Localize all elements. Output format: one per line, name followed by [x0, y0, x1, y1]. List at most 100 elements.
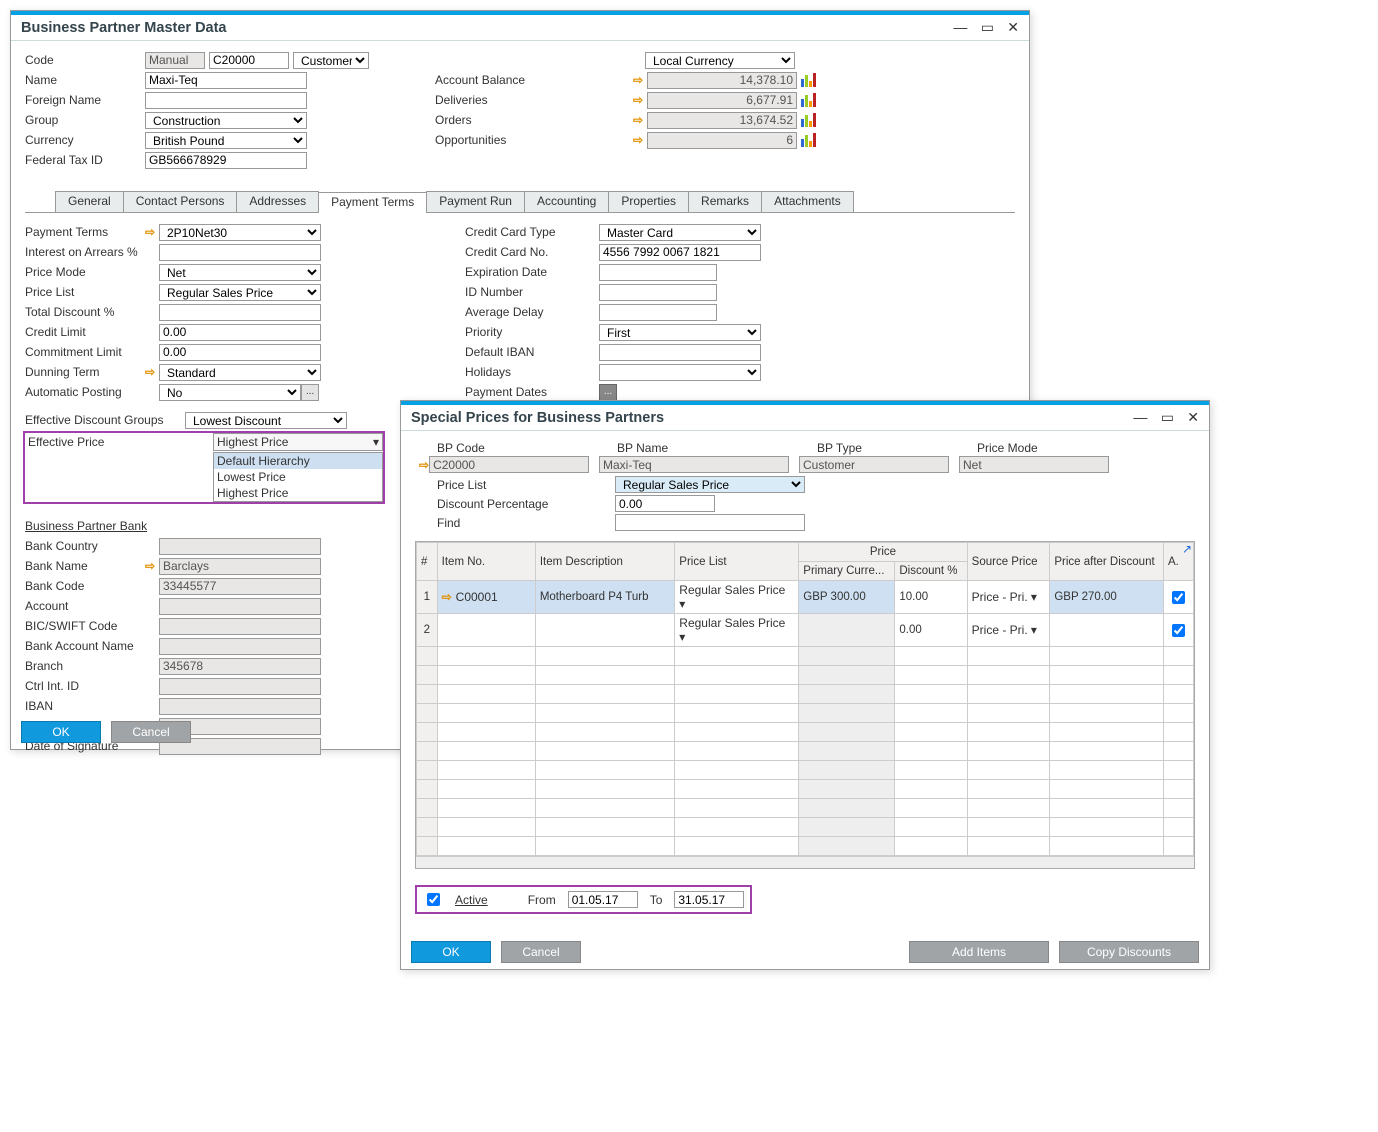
- maximize-icon[interactable]: ▭: [981, 19, 994, 36]
- chart-icon[interactable]: [801, 93, 816, 107]
- ellipsis-button[interactable]: ...: [301, 384, 319, 401]
- pricelist-select[interactable]: Regular Sales Price: [615, 476, 805, 493]
- active-checkbox[interactable]: [1172, 591, 1185, 604]
- link-arrow-icon[interactable]: ⇨: [633, 93, 647, 107]
- bp-code-input[interactable]: [429, 456, 589, 473]
- table-row[interactable]: [417, 761, 1194, 780]
- fedtax-input[interactable]: [145, 152, 307, 169]
- branch-input[interactable]: [159, 658, 321, 675]
- tab-properties[interactable]: Properties: [608, 191, 689, 212]
- name-input[interactable]: [145, 72, 307, 89]
- table-row[interactable]: 1 ⇨C00001 Motherboard P4 Turb Regular Sa…: [417, 581, 1194, 614]
- chevron-down-icon[interactable]: ▾: [679, 630, 685, 644]
- ok-button[interactable]: OK: [21, 721, 101, 743]
- ok-button[interactable]: OK: [411, 941, 491, 963]
- exp-input[interactable]: [599, 264, 717, 281]
- link-arrow-icon[interactable]: ⇨: [145, 559, 159, 573]
- group-select[interactable]: Construction: [145, 112, 307, 129]
- close-icon[interactable]: ✕: [1187, 409, 1199, 426]
- tab-accounting[interactable]: Accounting: [524, 191, 609, 212]
- cancel-button[interactable]: Cancel: [501, 941, 581, 963]
- maximize-icon[interactable]: ▭: [1161, 409, 1174, 426]
- chevron-down-icon[interactable]: ▾: [1031, 590, 1037, 604]
- tab-remarks[interactable]: Remarks: [688, 191, 762, 212]
- table-row[interactable]: [417, 666, 1194, 685]
- credit-limit-input[interactable]: [159, 324, 321, 341]
- chevron-down-icon[interactable]: ▾: [1031, 623, 1037, 637]
- col-price-after[interactable]: Price after Discount: [1050, 543, 1164, 581]
- bic-input[interactable]: [159, 618, 321, 635]
- effective-price-select-value[interactable]: Highest Price▾: [213, 433, 383, 451]
- dunning-select[interactable]: Standard: [159, 364, 321, 381]
- table-row[interactable]: [417, 742, 1194, 761]
- local-currency-select[interactable]: Local Currency: [645, 52, 795, 69]
- code-input[interactable]: [209, 52, 289, 69]
- table-row[interactable]: [417, 818, 1194, 837]
- from-input[interactable]: [568, 891, 638, 908]
- cc-no-input[interactable]: [599, 244, 761, 261]
- link-arrow-icon[interactable]: ⇨: [419, 458, 429, 472]
- holidays-select[interactable]: [599, 364, 761, 381]
- avg-delay-input[interactable]: [599, 304, 717, 321]
- foreign-name-input[interactable]: [145, 92, 307, 109]
- ctrl-int-input[interactable]: [159, 678, 321, 695]
- price-list-select[interactable]: Regular Sales Price: [159, 284, 321, 301]
- close-icon[interactable]: ✕: [1007, 19, 1019, 36]
- price-mode-select[interactable]: Net: [159, 264, 321, 281]
- link-arrow-icon[interactable]: ⇨: [633, 73, 647, 87]
- table-row[interactable]: [417, 647, 1194, 666]
- table-row[interactable]: [417, 799, 1194, 818]
- active-checkbox[interactable]: [1172, 624, 1185, 637]
- col-disc[interactable]: Discount %: [895, 562, 967, 581]
- popout-icon[interactable]: ↗: [1182, 542, 1192, 556]
- col-idx[interactable]: #: [417, 543, 438, 581]
- bp-type-select[interactable]: Customer: [293, 52, 369, 69]
- idn-input[interactable]: [599, 284, 717, 301]
- interest-input[interactable]: [159, 244, 321, 261]
- scrollbar[interactable]: [416, 856, 1194, 868]
- bank-acct-input[interactable]: [159, 598, 321, 615]
- tab-contacts[interactable]: Contact Persons: [123, 191, 238, 212]
- col-item-no[interactable]: Item No.: [437, 543, 535, 581]
- col-item-desc[interactable]: Item Description: [535, 543, 674, 581]
- cc-type-select[interactable]: Master Card: [599, 224, 761, 241]
- table-row[interactable]: 2 Regular Sales Price ▾ 0.00 Price - Pri…: [417, 614, 1194, 647]
- bank-code-input[interactable]: [159, 578, 321, 595]
- col-source[interactable]: Source Price: [967, 543, 1050, 581]
- table-row[interactable]: [417, 685, 1194, 704]
- disc-pct-input[interactable]: [615, 495, 715, 512]
- tab-payment-terms[interactable]: Payment Terms: [318, 192, 427, 213]
- active-label[interactable]: Active: [455, 893, 488, 907]
- paydates-button[interactable]: ...: [599, 384, 617, 401]
- auto-post-select[interactable]: No: [159, 384, 301, 401]
- chart-icon[interactable]: [801, 113, 816, 127]
- active-checkbox[interactable]: [427, 893, 440, 906]
- bank-country-input[interactable]: [159, 538, 321, 555]
- table-row[interactable]: [417, 723, 1194, 742]
- tab-addresses[interactable]: Addresses: [236, 191, 319, 212]
- minimize-icon[interactable]: —: [1133, 409, 1147, 425]
- bank-name-input[interactable]: [159, 558, 321, 575]
- table-row[interactable]: [417, 704, 1194, 723]
- table-row[interactable]: [417, 780, 1194, 799]
- chart-icon[interactable]: [801, 73, 816, 87]
- find-input[interactable]: [615, 514, 805, 531]
- default-iban-input[interactable]: [599, 344, 761, 361]
- tab-general[interactable]: General: [55, 191, 124, 212]
- payment-terms-select[interactable]: 2P10Net30: [159, 224, 321, 241]
- copy-discounts-button[interactable]: Copy Discounts: [1059, 941, 1199, 963]
- edg-select[interactable]: Lowest Discount: [185, 412, 347, 429]
- col-primary[interactable]: Primary Curre...: [799, 562, 895, 581]
- code-source-input[interactable]: [145, 52, 205, 69]
- tab-payment-run[interactable]: Payment Run: [426, 191, 525, 212]
- tab-attachments[interactable]: Attachments: [761, 191, 854, 212]
- cancel-button[interactable]: Cancel: [111, 721, 191, 743]
- link-arrow-icon[interactable]: ⇨: [145, 225, 159, 239]
- total-disc-input[interactable]: [159, 304, 321, 321]
- link-arrow-icon[interactable]: ⇨: [633, 133, 647, 147]
- currency-select[interactable]: British Pound: [145, 132, 307, 149]
- chevron-down-icon[interactable]: ▾: [679, 597, 685, 611]
- dropdown-option[interactable]: Default Hierarchy: [214, 453, 382, 469]
- priority-select[interactable]: First: [599, 324, 761, 341]
- link-arrow-icon[interactable]: ⇨: [442, 590, 456, 604]
